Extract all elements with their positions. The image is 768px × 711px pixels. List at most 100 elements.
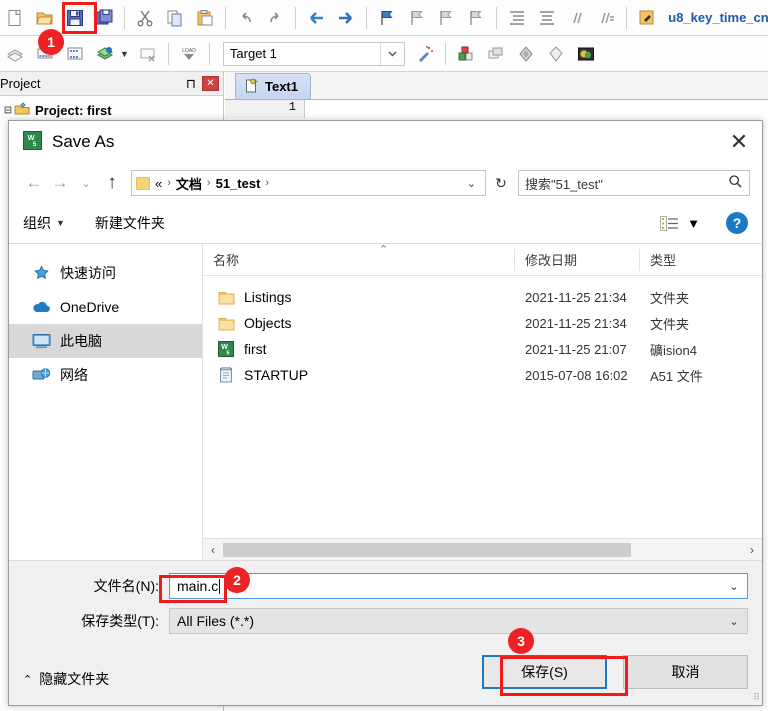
svg-text:LOAD: LOAD [182, 48, 196, 54]
file-list-rows: Listings 2021-11-25 21:34 文件夹 Objects 20… [203, 276, 762, 538]
scroll-left-icon[interactable]: ‹ [203, 543, 223, 557]
target-select[interactable]: Target 1 [222, 41, 405, 66]
resize-grip-icon[interactable]: ⠿ [753, 692, 760, 703]
place-network[interactable]: 网络 [9, 358, 202, 392]
table-row[interactable]: Listings 2021-11-25 21:34 文件夹 [203, 284, 762, 310]
bookmark-clear-icon[interactable] [462, 4, 490, 32]
save-file-icon[interactable] [61, 4, 89, 32]
table-row[interactable]: W5 first 2021-11-25 21:07 礦ision4 [203, 336, 762, 362]
undo-icon[interactable] [232, 4, 260, 32]
bookmark-toggle-icon[interactable] [373, 4, 401, 32]
breadcrumb[interactable]: « › 文档 › 51_test › ⌄ [131, 170, 486, 196]
filetype-row: 保存类型(T): All Files (*.*) ⌄ [23, 608, 748, 634]
pin-icon[interactable]: ⊓ [183, 76, 199, 92]
dialog-commandbar: 组织 ▼ 新建文件夹 ▼ ? [9, 203, 762, 243]
functions-icon[interactable] [542, 40, 570, 68]
file-type-cell: A51 文件 [650, 368, 703, 384]
book-icon[interactable] [512, 40, 540, 68]
copy-icon[interactable] [161, 4, 189, 32]
batch-build-icon[interactable] [91, 40, 119, 68]
toolbar-separator [295, 6, 297, 29]
target-options-icon[interactable] [411, 40, 439, 68]
chevron-down-icon[interactable] [379, 42, 404, 65]
breadcrumb-item-documents[interactable]: 文档 [176, 174, 202, 193]
indent-icon[interactable] [503, 4, 531, 32]
computer-icon [31, 333, 51, 349]
help-button[interactable]: ? [726, 212, 748, 234]
cloud-icon [31, 300, 51, 314]
breadcrumb-separator: › [206, 177, 211, 189]
recent-locations-icon[interactable]: ⌄ [73, 170, 99, 196]
tab-text1[interactable]: Text1 [235, 73, 311, 99]
line-number: 1 [225, 100, 305, 118]
editor-gutter-row: 1 [225, 100, 768, 118]
new-folder-button[interactable]: 新建文件夹 [95, 213, 165, 233]
configure-icon[interactable] [633, 4, 661, 32]
table-row[interactable]: Objects 2021-11-25 21:34 文件夹 [203, 310, 762, 336]
breadcrumb-item-51test[interactable]: 51_test [216, 176, 261, 191]
places-sidebar: 快速访问 OneDrive 此电脑 网络 [9, 244, 203, 560]
dialog-body: 快速访问 OneDrive 此电脑 网络 ⌃ 名称 修改日期 类型 Listin… [9, 243, 762, 560]
file-name-label: STARTUP [244, 367, 309, 383]
place-onedrive[interactable]: OneDrive [9, 290, 202, 324]
table-row[interactable]: STARTUP 2015-07-08 16:02 A51 文件 [203, 362, 762, 388]
scrollbar-thumb[interactable] [223, 542, 631, 557]
dialog-footer: 文件名(N): main.c ⌄ 保存类型(T): All Files (*.*… [9, 560, 762, 705]
templates-icon[interactable] [572, 40, 600, 68]
cut-icon[interactable] [131, 4, 159, 32]
multi-project-icon[interactable] [482, 40, 510, 68]
chevron-down-icon[interactable]: ▼ [687, 216, 700, 231]
place-quick-access[interactable]: 快速访问 [9, 256, 202, 290]
translate-icon[interactable] [1, 40, 29, 68]
open-file-icon[interactable] [31, 4, 59, 32]
paste-icon[interactable] [191, 4, 219, 32]
hide-folders-toggle[interactable]: ⌃ 隐藏文件夹 [23, 669, 109, 689]
comment-icon[interactable] [563, 4, 591, 32]
up-icon[interactable]: ↑ [99, 170, 125, 196]
build-icon[interactable] [31, 40, 59, 68]
column-header-name[interactable]: 名称 [203, 248, 515, 271]
breadcrumb-prefix[interactable]: « [155, 176, 162, 191]
place-this-pc[interactable]: 此电脑 [9, 324, 202, 358]
column-header-type[interactable]: 类型 [640, 249, 762, 271]
chevron-down-icon[interactable]: ⌄ [721, 580, 747, 593]
folder-icon [215, 290, 237, 305]
chevron-down-icon[interactable]: ⌄ [721, 615, 747, 628]
svg-text:W: W [27, 133, 35, 142]
column-header-date[interactable]: 修改日期 [515, 248, 640, 271]
batch-build-dropdown-arrow[interactable]: ▼ [120, 49, 129, 59]
filetype-select[interactable]: All Files (*.*) ⌄ [169, 608, 748, 634]
bookmark-prev-icon[interactable] [403, 4, 431, 32]
save-all-icon[interactable] [90, 4, 118, 32]
rebuild-icon[interactable] [61, 40, 89, 68]
scroll-right-icon[interactable]: › [742, 543, 762, 557]
back-icon[interactable]: ← [21, 170, 47, 196]
project-tree-root[interactable]: ⊟ Project: first [2, 100, 219, 120]
cancel-button[interactable]: 取消 [623, 655, 748, 689]
bookmark-next-icon[interactable] [433, 4, 461, 32]
horizontal-scrollbar[interactable]: ‹ › [203, 538, 762, 560]
redo-icon[interactable] [262, 4, 290, 32]
navigate-back-icon[interactable] [302, 4, 330, 32]
tree-expander-icon[interactable]: ⊟ [2, 105, 14, 116]
download-icon[interactable]: LOAD [175, 40, 203, 68]
close-icon[interactable]: ✕ [716, 121, 762, 163]
refresh-icon[interactable]: ↻ [490, 170, 512, 196]
save-button[interactable]: 保存(S) [482, 655, 607, 689]
forward-icon[interactable]: → [47, 170, 73, 196]
new-file-icon[interactable] [1, 4, 29, 32]
close-icon[interactable]: ✕ [202, 76, 219, 91]
stop-build-icon[interactable] [134, 40, 162, 68]
quick-search-label[interactable]: u8_key_time_cn [668, 10, 768, 25]
search-input[interactable]: 搜索"51_test" [518, 170, 750, 196]
filename-input[interactable]: main.c ⌄ [169, 573, 748, 599]
uncomment-icon[interactable] [593, 4, 621, 32]
search-icon[interactable] [728, 174, 743, 192]
organize-button[interactable]: 组织 ▼ [23, 213, 65, 233]
navigate-forward-icon[interactable] [332, 4, 360, 32]
manage-project-items-icon[interactable] [452, 40, 480, 68]
place-label: OneDrive [60, 299, 120, 315]
view-options-button[interactable]: ▼ [660, 215, 700, 232]
outdent-icon[interactable] [533, 4, 561, 32]
chevron-down-icon[interactable]: ⌄ [462, 177, 481, 190]
